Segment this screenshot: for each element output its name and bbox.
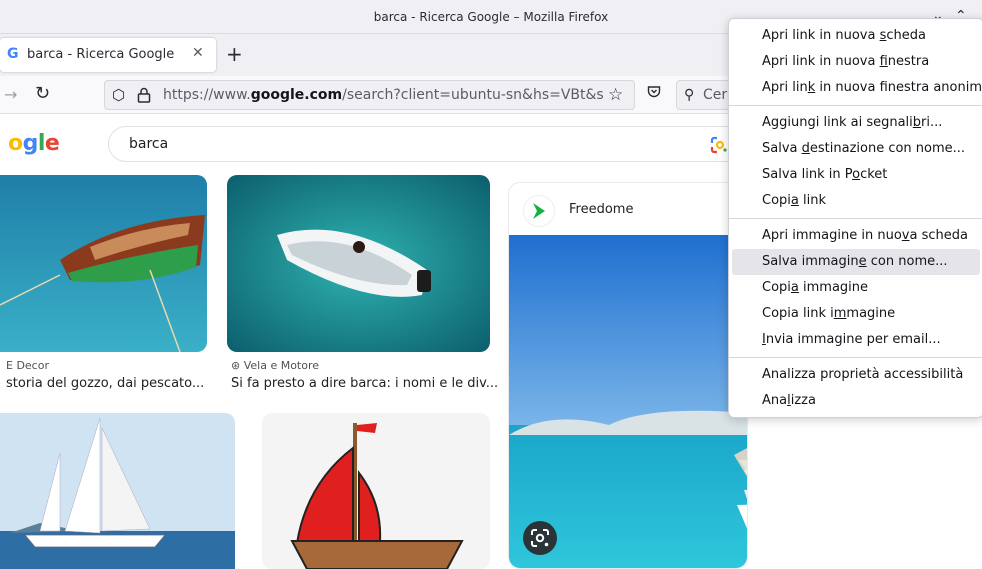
result-source[interactable]: ⊛ Vela e Motore xyxy=(231,359,319,372)
back-arrow-icon[interactable]: → xyxy=(4,85,17,104)
google-logo[interactable]: ogle xyxy=(8,131,60,156)
menu-item-copy-link[interactable]: Copia link xyxy=(732,188,980,214)
tracking-protection-shield-icon[interactable]: ⬡ xyxy=(112,86,125,104)
menu-item-open-link-new-window[interactable]: Apri link in nuova finestra xyxy=(732,49,980,75)
menu-item-open-link-new-tab[interactable]: Apri link in nuova scheda xyxy=(732,23,980,49)
menu-separator xyxy=(729,357,982,358)
close-tab-icon[interactable]: ✕ xyxy=(192,45,204,61)
bookmark-star-icon[interactable]: ☆ xyxy=(608,85,623,105)
lock-icon[interactable] xyxy=(137,87,151,103)
google-favicon-icon: G xyxy=(7,46,19,62)
menu-item-email-image[interactable]: Invia immagine per email... xyxy=(732,327,980,353)
url-bar[interactable]: ⬡ https://www.google.com/search?client=u… xyxy=(104,80,635,110)
menu-item-copy-image[interactable]: Copia immagine xyxy=(732,275,980,301)
beach-boat-image xyxy=(509,235,747,568)
context-menu: Apri link in nuova scheda Apri link in n… xyxy=(728,18,982,418)
result-caption[interactable]: storia del gozzo, dai pescato... xyxy=(6,376,204,391)
freedome-logo-icon xyxy=(523,195,555,227)
menu-item-save-link-as[interactable]: Salva destinazione con nome... xyxy=(732,136,980,162)
menu-item-copy-image-link[interactable]: Copia link immagine xyxy=(732,301,980,327)
result-image-gozzo[interactable] xyxy=(0,175,207,352)
result-caption[interactable]: Si fa presto a dire barca: i nomi e le d… xyxy=(231,376,498,391)
menu-separator xyxy=(729,105,982,106)
menu-separator xyxy=(729,218,982,219)
menu-item-save-link-pocket[interactable]: Salva link in Pocket xyxy=(732,162,980,188)
reload-icon[interactable]: ↻ xyxy=(35,83,50,104)
lens-icon xyxy=(531,529,549,547)
result-source[interactable]: E Decor xyxy=(6,359,49,372)
search-icon: ⚲ xyxy=(684,87,695,103)
url-text: https://www.google.com/search?client=ubu… xyxy=(163,87,603,103)
result-image-cartoon-boat[interactable] xyxy=(262,413,490,569)
globe-icon: ⊛ xyxy=(231,359,241,372)
freedome-source-name: Freedome xyxy=(569,202,634,217)
menu-item-save-image-as[interactable]: Salva immagine con nome... xyxy=(732,249,980,275)
search-query: barca xyxy=(129,136,169,152)
search-box-placeholder: Cer xyxy=(703,87,728,103)
browser-search-box[interactable]: ⚲ Cer xyxy=(676,80,736,110)
browser-window: barca - Ricerca Google – Mozilla Firefox… xyxy=(0,0,982,569)
result-image-sailboat[interactable] xyxy=(0,413,235,569)
menu-item-bookmark-link[interactable]: Aggiungi link ai segnalibri... xyxy=(732,110,980,136)
rowboat-image xyxy=(0,175,207,352)
cartoon-boat-image xyxy=(290,423,464,569)
pocket-icon[interactable] xyxy=(647,85,661,99)
menu-item-inspect[interactable]: Analizza xyxy=(732,388,980,414)
result-card-freedome[interactable]: Freedome xyxy=(508,182,748,569)
google-lens-button[interactable] xyxy=(523,521,557,555)
tab-label: barca - Ricerca Google xyxy=(27,47,175,62)
tab-google-search[interactable]: G barca - Ricerca Google ✕ xyxy=(0,38,216,72)
sailboat-image xyxy=(0,413,235,569)
menu-item-inspect-accessibility[interactable]: Analizza proprietà accessibilità xyxy=(732,362,980,388)
result-image-motorboat[interactable] xyxy=(227,175,490,352)
menu-item-open-image-new-tab[interactable]: Apri immagine in nuova scheda xyxy=(732,223,980,249)
google-search-input[interactable]: barca xyxy=(108,126,748,162)
menu-item-open-link-private-window[interactable]: Apri link in nuova finestra anonima xyxy=(732,75,982,101)
new-tab-icon[interactable]: + xyxy=(226,42,243,66)
google-lens-icon[interactable] xyxy=(709,135,729,155)
motorboat-image xyxy=(227,175,490,352)
